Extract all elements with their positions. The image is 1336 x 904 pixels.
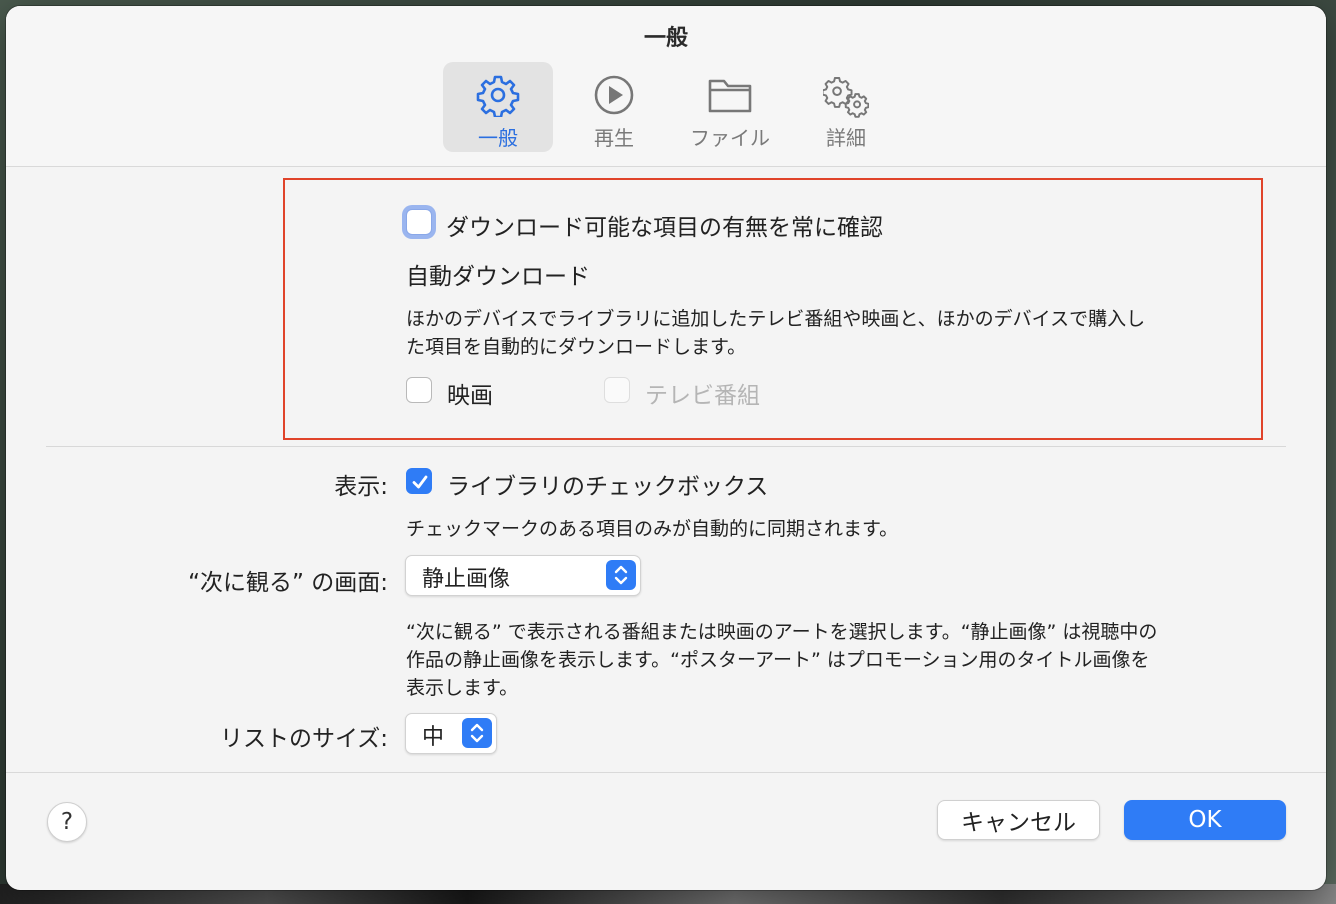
movies-label[interactable]: 映画 xyxy=(447,376,493,410)
tv-shows-label: テレビ番組 xyxy=(645,383,760,409)
display-label: 表示: xyxy=(334,474,388,500)
titlebar: 一般 一般 再生 ファイル 詳細 xyxy=(6,6,1326,167)
help-button[interactable]: ? xyxy=(47,802,87,842)
tv-shows-checkbox xyxy=(604,377,630,403)
up-next-popup[interactable]: 静止画像 xyxy=(405,555,641,596)
window-title: 一般 xyxy=(643,26,688,51)
ok-button[interactable]: OK xyxy=(1124,800,1286,840)
auto-download-description-line1: ほかのデバイスでライブラリに追加したテレビ番組や映画と、ほかのデバイスで購入し xyxy=(406,308,1146,330)
up-next-description-line2: 作品の静止画像を表示します。“ポスターアート” はプロモーション用のタイトル画像… xyxy=(406,649,1150,671)
folder-icon xyxy=(707,72,753,118)
checkmark-icon xyxy=(412,475,428,489)
tab-files-label: ファイル xyxy=(690,126,770,150)
tab-advanced-label: 詳細 xyxy=(826,126,866,150)
list-size-selected-value: 中 xyxy=(422,725,445,750)
cancel-button[interactable]: キャンセル xyxy=(937,800,1100,840)
library-checkbox[interactable] xyxy=(406,468,432,494)
check-downloads-label[interactable]: ダウンロード可能な項目の有無を常に確認 xyxy=(446,208,883,242)
up-next-description-line1: “次に観る” で表示される番組または映画のアートを選択します。“静止画像” は視… xyxy=(406,621,1158,643)
tab-advanced[interactable]: 詳細 xyxy=(791,62,901,152)
list-size-label: リストのサイズ: xyxy=(219,726,388,752)
auto-download-heading: 自動ダウンロード xyxy=(406,264,590,290)
library-checkbox-description: チェックマークのある項目のみが自動的に同期されます。 xyxy=(406,518,899,540)
up-next-selected-value: 静止画像 xyxy=(422,567,511,592)
chevron-updown-icon xyxy=(606,560,636,590)
section-divider xyxy=(46,446,1286,447)
library-checkbox-label[interactable]: ライブラリのチェックボックス xyxy=(447,467,768,501)
auto-download-description-line2: た項目を自動的にダウンロードします。 xyxy=(406,336,747,358)
preferences-window: 一般 一般 再生 ファイル 詳細 ダウンロード可能な項目の有無を常に確認 自動ダ… xyxy=(6,6,1326,890)
tab-general-label: 一般 xyxy=(478,126,518,150)
movies-checkbox[interactable] xyxy=(406,377,432,403)
preferences-toolbar: 一般 再生 ファイル 詳細 xyxy=(443,62,901,152)
list-size-popup[interactable]: 中 xyxy=(405,713,497,754)
chevron-updown-icon xyxy=(462,718,492,748)
gear-icon xyxy=(475,72,521,118)
up-next-description-line3: 表示します。 xyxy=(406,677,519,699)
check-downloads-checkbox[interactable] xyxy=(406,209,432,235)
up-next-label: “次に観る” の画面: xyxy=(188,570,388,596)
tab-playback[interactable]: 再生 xyxy=(559,62,669,152)
tab-general[interactable]: 一般 xyxy=(443,62,553,152)
play-circle-icon xyxy=(591,72,637,118)
tab-files[interactable]: ファイル xyxy=(675,62,785,152)
tab-playback-label: 再生 xyxy=(594,126,634,150)
gears-icon xyxy=(823,72,869,118)
